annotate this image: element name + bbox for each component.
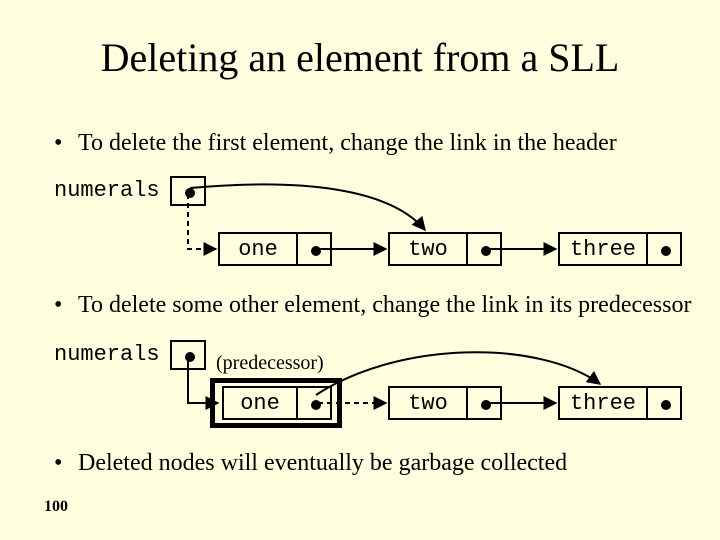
slide-title: Deleting an element from a SLL (0, 34, 720, 81)
node-one-label-2: one (222, 386, 298, 420)
pointer-dot-icon (481, 400, 491, 410)
node-text: one (224, 388, 296, 420)
pointer-dot-icon (481, 246, 491, 256)
header-box-2 (170, 340, 206, 370)
numerals-label-2: numerals (54, 342, 160, 367)
node-text: three (560, 388, 646, 420)
pointer-dot-icon (311, 246, 321, 256)
node-two-label-1: two (388, 232, 468, 266)
pointer-dot-icon (661, 400, 671, 410)
node-two-ptr-1 (466, 232, 502, 266)
node-two-label-2: two (388, 386, 468, 420)
numerals-label-1: numerals (54, 178, 160, 203)
node-text: one (220, 234, 296, 266)
pointer-dot-icon (311, 400, 321, 410)
node-text: two (390, 388, 466, 420)
node-text: two (390, 234, 466, 266)
slide: Deleting an element from a SLL To delete… (0, 0, 720, 540)
header-box-1 (170, 176, 206, 206)
node-one-ptr-2 (296, 386, 332, 420)
arrow-header-to-two-curve (190, 184, 425, 230)
node-three-label-1: three (558, 232, 648, 266)
node-one-label-1: one (218, 232, 298, 266)
pointer-dot-icon (661, 246, 671, 256)
node-three-ptr-1 (646, 232, 682, 266)
pointer-dot-icon (185, 352, 195, 362)
bullet-3: Deleted nodes will eventually be garbage… (78, 450, 567, 477)
node-text: three (560, 234, 646, 266)
node-three-ptr-2 (646, 386, 682, 420)
bullet-2: To delete some other element, change the… (78, 292, 691, 319)
node-two-ptr-2 (466, 386, 502, 420)
predecessor-label: (predecessor) (216, 352, 324, 375)
bullet-1: To delete the first element, change the … (78, 130, 617, 157)
pointer-dot-icon (185, 188, 195, 198)
page-number: 100 (44, 498, 68, 516)
node-one-ptr-1 (296, 232, 332, 266)
node-three-label-2: three (558, 386, 648, 420)
